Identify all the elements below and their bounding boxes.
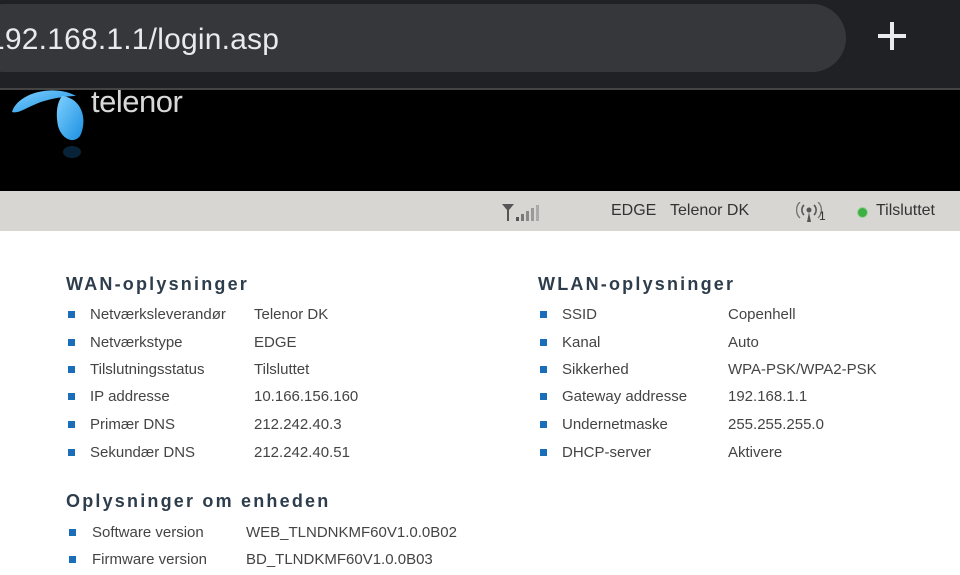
new-tab-plus-icon[interactable] [872, 16, 912, 56]
row-label: Netværksleverandør [90, 306, 226, 323]
row-label: Sekundær DNS [90, 444, 196, 461]
brand-name: telenor [91, 84, 183, 119]
row-value: 192.168.1.1 [728, 388, 808, 405]
wifi-client-count: 1 [819, 209, 826, 223]
bullet-icon [69, 529, 76, 536]
bullet-icon [68, 339, 75, 346]
row-label: DHCP-server [562, 444, 652, 461]
row-value: Telenor DK [254, 306, 329, 323]
row-value: 255.255.255.0 [728, 416, 824, 433]
row-label: Kanal [562, 334, 601, 351]
bullet-icon [540, 311, 547, 318]
row-value: 212.242.40.51 [254, 444, 350, 461]
row-label: Primær DNS [90, 416, 175, 433]
row-label: Software version [92, 524, 204, 541]
row-label: Netværkstype [90, 334, 183, 351]
operator-name: Telenor DK [670, 202, 750, 219]
bullet-icon [540, 421, 547, 428]
address-bar[interactable]: ⚠ 192.168.1.1/login.asp [0, 4, 846, 72]
row-label: Tilslutningsstatus [90, 361, 205, 378]
wan-section-title: WAN-oplysninger [66, 274, 250, 294]
row-label: Gateway addresse [562, 388, 688, 405]
row-label: IP addresse [90, 388, 170, 405]
device-section-title: Oplysninger om enheden [66, 491, 331, 511]
url-text[interactable]: 192.168.1.1/login.asp [0, 23, 279, 57]
row-value: Tilsluttet [254, 361, 310, 378]
bullet-icon [68, 421, 75, 428]
row-value: 10.166.156.160 [254, 388, 359, 405]
bullet-icon [69, 556, 76, 563]
row-label: Sikkerhed [562, 361, 629, 378]
row-label: SSID [562, 306, 598, 323]
bullet-icon [540, 366, 547, 373]
row-value: Auto [728, 334, 759, 351]
bullet-icon [68, 311, 75, 318]
row-value: 212.242.40.3 [254, 416, 342, 433]
row-value: EDGE [254, 334, 297, 351]
connection-status: Tilsluttet [876, 202, 935, 219]
row-label: Firmware version [92, 551, 208, 568]
connection-status-dot-icon [858, 208, 867, 217]
bullet-icon [68, 449, 75, 456]
bullet-icon [540, 449, 547, 456]
row-value: WPA-PSK/WPA2-PSK [728, 361, 877, 378]
wlan-section-title: WLAN-oplysninger [538, 274, 736, 294]
row-value: BD_TLNDKMF60V1.0.0B03 [246, 551, 433, 568]
row-value: Copenhell [728, 306, 796, 323]
browser-chrome: ⚠ 192.168.1.1/login.asp [0, 0, 960, 88]
status-bar: EDGE Telenor DK 1 Tilsluttet [0, 191, 960, 231]
row-label: Undernetmaske [562, 416, 668, 433]
bullet-icon [540, 393, 547, 400]
row-value: WEB_TLNDNKMF60V1.0.0B02 [246, 524, 457, 541]
bullet-icon [68, 393, 75, 400]
signal-strength-icon [502, 204, 539, 221]
row-value: Aktivere [728, 444, 783, 461]
telenor-logo-icon [12, 90, 84, 158]
network-type: EDGE [611, 202, 657, 219]
bullet-icon [68, 366, 75, 373]
router-header: telenor [0, 84, 960, 193]
bullet-icon [540, 339, 547, 346]
